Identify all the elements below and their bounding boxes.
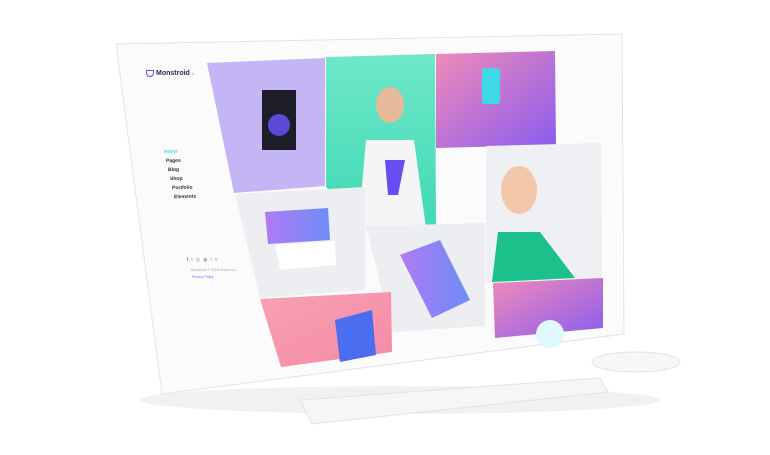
nav-shop[interactable]: Shop [170, 176, 183, 182]
brand-superscript: 2 [191, 71, 195, 76]
social-links: ft◎◉in [187, 257, 220, 263]
shield-logo-icon [146, 70, 154, 77]
nav-home[interactable]: Home [164, 149, 178, 155]
nav-pages[interactable]: Pages [166, 158, 181, 164]
brand-name: Monstroid [156, 70, 190, 77]
device-scene [115, 33, 681, 425]
mouse [591, 351, 681, 373]
linkedin-icon[interactable]: in [211, 257, 221, 263]
pinterest-icon[interactable]: ◉ [203, 257, 210, 263]
nav-elements[interactable]: Elements [174, 194, 196, 200]
brand-logo[interactable]: Monstroid 2 [146, 70, 194, 77]
nav-blog[interactable]: Blog [168, 167, 179, 173]
nav-portfolio[interactable]: Portfolio [172, 185, 193, 191]
footer-copyright: Monstroid © 2018 Zemez Inc. [191, 268, 237, 272]
privacy-policy-link[interactable]: Privacy Policy [192, 275, 214, 279]
